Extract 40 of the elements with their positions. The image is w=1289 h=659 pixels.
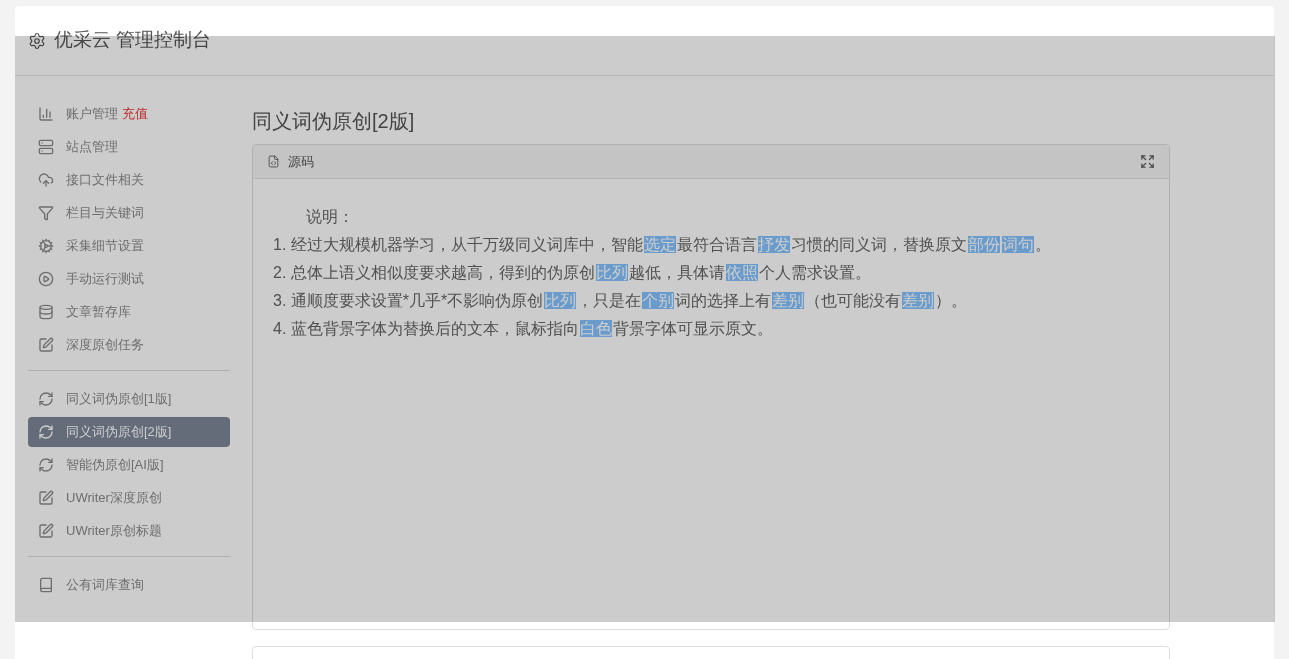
sidebar-item[interactable]: 采集细节设置 (28, 231, 230, 261)
description-line: 1. 经过大规模机器学习，从千万级同义词库中，智能选定最符合语言抒发习惯的同义词，替换原文部份词句。 (273, 235, 1051, 255)
description-line: 3. 通顺度要求设置*几乎*不影响伪原创比列，只是在个别词的选择上有差别（也可能没有差别）。 (273, 291, 968, 311)
edit-icon (38, 523, 54, 539)
sidebar-item[interactable]: 深度原创任务 (28, 330, 230, 360)
sidebar-item[interactable]: 公有词库查询 (28, 570, 230, 600)
sidebar-item[interactable]: 同义词伪原创[2版] (28, 417, 230, 447)
file-code-icon (267, 155, 280, 168)
server-icon (38, 139, 54, 155)
sidebar-item[interactable]: 智能伪原创[AI版] (28, 450, 230, 480)
play-icon (38, 271, 54, 287)
panel-tab[interactable]: 源码 (288, 151, 314, 172)
sidebar-item[interactable]: 站点管理 (28, 132, 230, 162)
description-heading: 说明： (305, 207, 355, 227)
fullscreen-icon[interactable] (1140, 154, 1155, 169)
description-line: 2. 总体上语义相似度要求越高，得到的伪原创比列越低，具体请依照个人需求设置。 (273, 263, 871, 283)
sidebar-item[interactable]: UWriter原创标题 (28, 516, 230, 546)
book-icon (38, 577, 54, 593)
sidebar-item[interactable]: UWriter深度原创 (28, 483, 230, 513)
gears-icon (38, 238, 54, 254)
edit-icon (38, 337, 54, 353)
description-line: 4. 蓝色背景字体为替换后的文本，鼠标指向 白色背景字体可显示原文。 (273, 319, 773, 339)
filter-icon (38, 205, 54, 221)
edit-icon (38, 490, 54, 506)
sidebar-item[interactable]: 账户管理 充值 (28, 99, 230, 129)
console-title: 优采云 管理控制台 (54, 28, 212, 53)
bar-chart-icon (38, 106, 54, 122)
database-icon (38, 304, 54, 320)
sidebar-item[interactable]: 同义词伪原创[1版] (28, 384, 230, 414)
sidebar-item[interactable]: 栏目与关键词 (28, 198, 230, 228)
refresh-icon (38, 457, 54, 473)
refresh-icon (38, 391, 54, 407)
refresh-icon (38, 424, 54, 440)
sidebar-item[interactable]: 手动运行测试 (28, 264, 230, 294)
recharge-link[interactable]: 充值 (122, 104, 148, 124)
sidebar-item[interactable]: 接口文件相关 (28, 165, 230, 195)
page-title: 同义词伪原创[2版] (252, 109, 416, 134)
cloud-upload-icon (38, 172, 54, 188)
sidebar-item[interactable]: 文章暂存库 (28, 297, 230, 327)
settings-icon (28, 31, 46, 50)
